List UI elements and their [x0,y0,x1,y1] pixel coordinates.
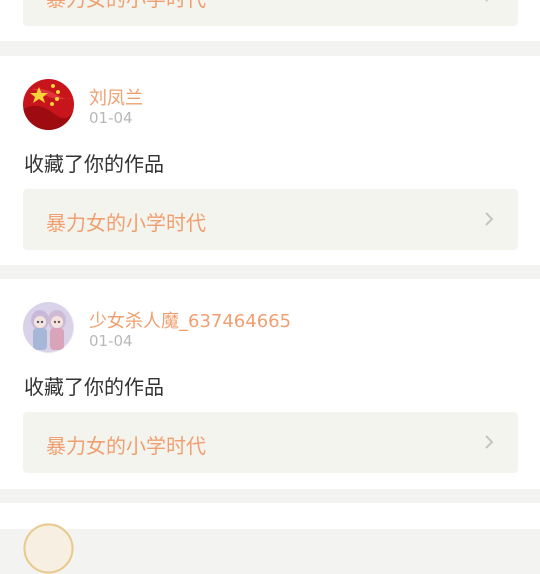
feed-item [0,503,540,574]
chevron-right-icon [485,212,494,226]
feed-item: 刘凤兰 01-04 收藏了你的作品 暴力女的小学时代 [0,56,540,265]
feed-item: 暴力女的小学时代 [0,0,540,41]
activity-text: 收藏了你的作品 [24,152,164,176]
work-title: 暴力女的小学时代 [46,434,206,458]
work-link[interactable]: 暴力女的小学时代 [23,412,518,473]
user-name[interactable]: 刘凤兰 [89,84,143,110]
user-name[interactable]: 少女杀人魔_637464665 [89,307,291,333]
work-title: 暴力女的小学时代 [46,0,206,12]
flag-avatar-image [23,79,74,130]
avatar[interactable] [23,302,74,353]
anime-avatar-image [23,302,74,353]
work-link[interactable]: 暴力女的小学时代 [23,189,518,250]
timestamp: 01-04 [89,109,133,127]
work-link[interactable]: 暴力女的小学时代 [23,0,518,26]
timestamp: 01-04 [89,332,133,350]
chevron-right-icon [485,0,489,2]
activity-text: 收藏了你的作品 [24,375,164,399]
avatar-image [23,523,74,574]
work-title: 暴力女的小学时代 [46,211,206,235]
avatar[interactable] [23,79,74,130]
chevron-right-icon [485,435,494,449]
feed-item: 少女杀人魔_637464665 01-04 收藏了你的作品 暴力女的小学时代 [0,279,540,489]
avatar[interactable] [23,523,74,574]
